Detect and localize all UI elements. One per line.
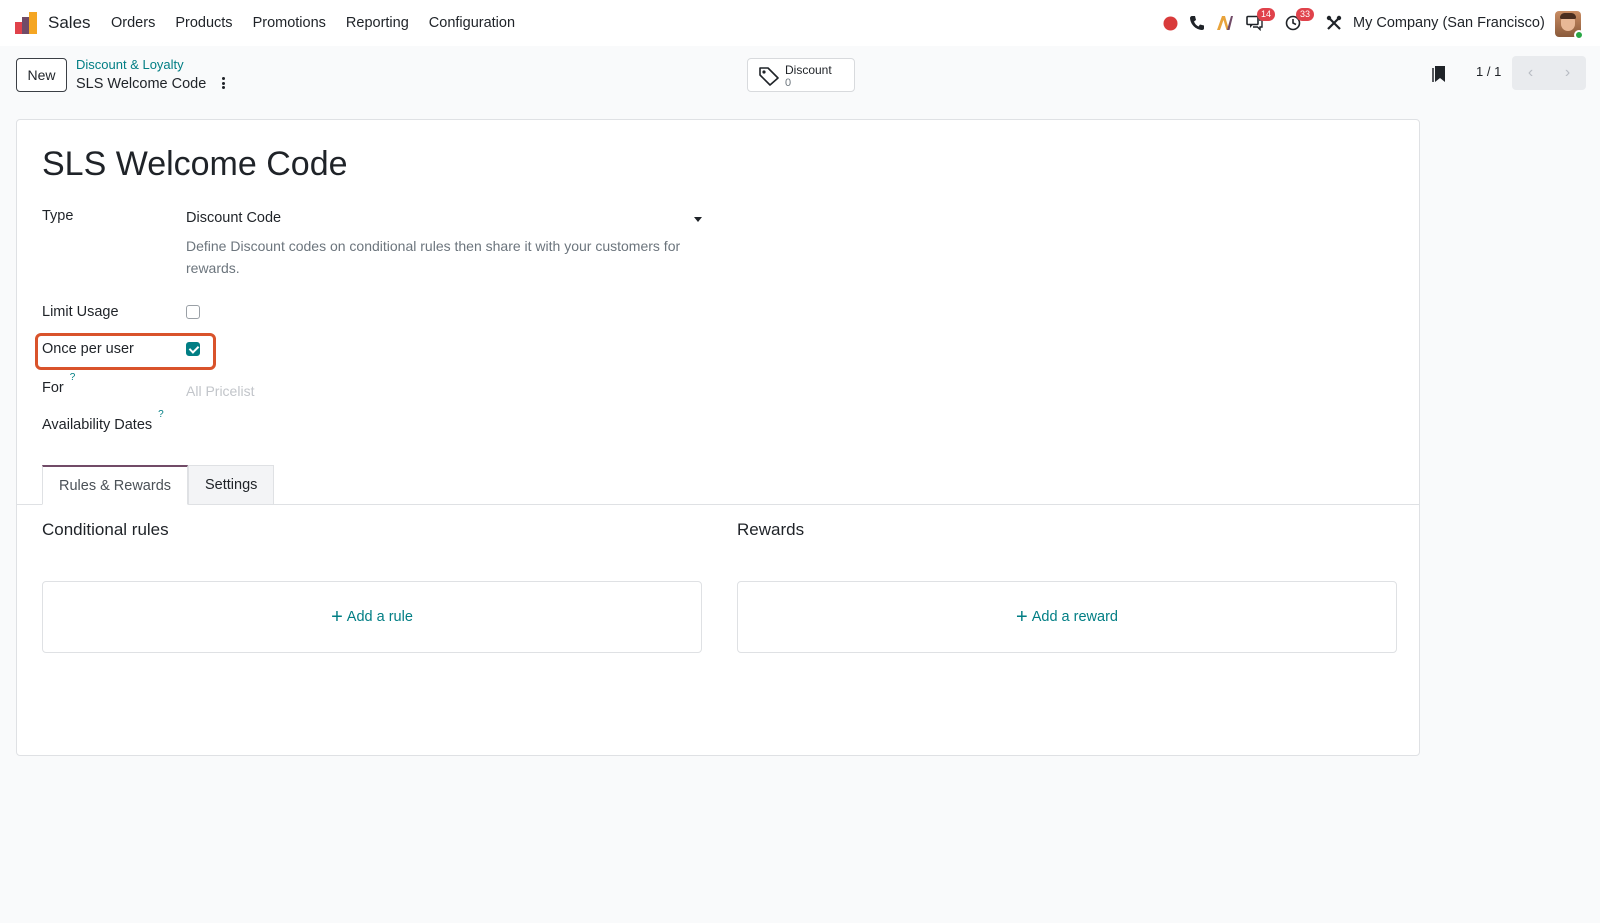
availability-label-text: Availability Dates xyxy=(42,416,153,433)
availability-help-icon[interactable]: ? xyxy=(158,409,164,420)
add-rule-button[interactable]: + Add a rule xyxy=(42,581,702,653)
tag-icon xyxy=(759,67,779,86)
app-name[interactable]: Sales xyxy=(48,13,91,33)
breadcrumb-current: SLS Welcome Code xyxy=(76,76,207,92)
pager-next-icon[interactable]: › xyxy=(1549,56,1586,90)
type-label: Type xyxy=(42,208,74,224)
pager-previous-icon[interactable]: ‹ xyxy=(1512,56,1549,90)
add-rule-label: Add a rule xyxy=(346,609,413,625)
for-label: For? xyxy=(42,372,75,396)
for-help-icon[interactable]: ? xyxy=(70,372,76,383)
for-label-text: For xyxy=(42,379,64,396)
avatar-hair xyxy=(1560,13,1576,19)
type-select[interactable]: Discount Code xyxy=(186,210,706,226)
plus-icon: + xyxy=(1016,606,1028,628)
record-icon[interactable] xyxy=(1161,14,1179,32)
user-avatar[interactable] xyxy=(1555,11,1584,40)
menu-configuration[interactable]: Configuration xyxy=(429,15,515,31)
once-per-user-checkbox[interactable] xyxy=(186,342,200,356)
record-title[interactable]: SLS Welcome Code xyxy=(42,145,348,184)
ai-assistant-icon[interactable] xyxy=(1216,14,1234,32)
top-navbar: Sales Orders Products Promotions Reporti… xyxy=(0,0,1600,46)
limit-usage-label: Limit Usage xyxy=(42,304,119,320)
messages-icon[interactable]: 14 xyxy=(1245,8,1276,32)
menu-reporting[interactable]: Reporting xyxy=(346,15,409,31)
add-reward-label: Add a reward xyxy=(1031,609,1118,625)
actions-kebab-icon[interactable] xyxy=(219,76,227,90)
pricelist-field[interactable]: All Pricelist xyxy=(186,383,254,399)
availability-dates-label: Availability Dates? xyxy=(42,409,164,433)
pager-value[interactable]: 1 / 1 xyxy=(1476,64,1501,79)
notebook-tabs: Rules & Rewards Settings xyxy=(42,465,275,505)
menu-promotions[interactable]: Promotions xyxy=(253,15,326,31)
pager-buttons: ‹ › xyxy=(1512,56,1586,90)
type-value: Discount Code xyxy=(186,210,282,226)
bookmark-icon[interactable] xyxy=(1432,65,1446,83)
main-menu: Orders Products Promotions Reporting Con… xyxy=(111,15,515,31)
sales-app-icon[interactable] xyxy=(15,12,39,34)
tab-rules-rewards[interactable]: Rules & Rewards xyxy=(42,465,189,505)
menu-products[interactable]: Products xyxy=(175,15,232,31)
company-switcher[interactable]: My Company (San Francisco) xyxy=(1353,15,1545,31)
rewards-title: Rewards xyxy=(737,520,805,539)
add-reward-button[interactable]: + Add a reward xyxy=(737,581,1397,653)
once-per-user-label: Once per user xyxy=(42,341,134,357)
smart-button-label: Discount xyxy=(785,63,832,77)
smart-button-count: 0 xyxy=(785,77,792,89)
activities-clock-icon[interactable]: 33 xyxy=(1284,8,1315,32)
plus-icon: + xyxy=(331,606,343,628)
new-button[interactable]: New xyxy=(16,58,67,92)
chevron-down-icon xyxy=(694,217,702,222)
tab-settings[interactable]: Settings xyxy=(188,465,275,505)
form-sheet: SLS Welcome Code Type Discount Code Defi… xyxy=(16,119,1420,756)
conditional-rules-title: Conditional rules xyxy=(42,520,169,539)
discount-smart-button[interactable]: Discount 0 xyxy=(747,58,855,92)
limit-usage-checkbox[interactable] xyxy=(186,305,200,319)
menu-orders[interactable]: Orders xyxy=(111,15,155,31)
activities-badge: 33 xyxy=(1296,8,1315,21)
debug-tools-icon[interactable] xyxy=(1325,14,1343,32)
type-description: Define Discount codes on conditional rul… xyxy=(186,238,681,276)
messages-badge: 14 xyxy=(1257,8,1276,21)
phone-icon[interactable] xyxy=(1188,14,1206,32)
online-status-dot xyxy=(1574,30,1584,40)
breadcrumb-parent-link[interactable]: Discount & Loyalty xyxy=(76,57,184,72)
